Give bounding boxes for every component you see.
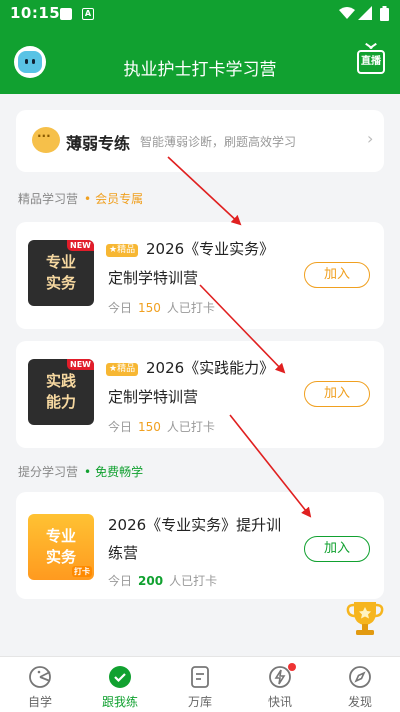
camp-card[interactable]: NEW 专业 实务 ★精品 2026《专业实务》 定制学特训营 今日 150 人已打… bbox=[16, 222, 384, 329]
app-notification-icon: A bbox=[82, 8, 94, 20]
tab-follow-practice[interactable]: 跟我练 bbox=[80, 657, 160, 712]
checkin-count: 今日 150 人已打卡 bbox=[108, 420, 215, 434]
camp-thumbnail: NEW 专业 实务 bbox=[28, 240, 94, 306]
join-button[interactable]: 加入 bbox=[304, 262, 370, 288]
section-tag: 会员专属 bbox=[95, 192, 144, 206]
camp-card[interactable]: 专业 实务 打卡 2026《专业实务》提升训 练营 今日 200 人已打卡 加入 bbox=[16, 492, 384, 599]
camp-title: 2026《专业实务》提升训 bbox=[108, 516, 282, 534]
camp-title: 2026《实践能力》 bbox=[146, 359, 275, 377]
tab-label: 发现 bbox=[347, 695, 372, 709]
app-header: 执业护士打卡学习营 直播 bbox=[0, 28, 400, 94]
tab-label: 万库 bbox=[187, 695, 212, 709]
bottom-tab-bar: 自学 跟我练 万库 快讯 发现 bbox=[0, 656, 400, 712]
section-label: 提分学习营 bbox=[18, 465, 79, 479]
camp-subtitle: 定制学特训营 bbox=[108, 388, 199, 406]
battery-icon bbox=[380, 6, 389, 21]
status-time: 10:15 bbox=[10, 4, 61, 22]
wifi-icon bbox=[339, 7, 355, 19]
new-flag: NEW bbox=[67, 240, 94, 251]
join-button[interactable]: 加入 bbox=[304, 381, 370, 407]
chevron-right-icon: › bbox=[367, 129, 374, 148]
weak-training-title: 薄弱专练 bbox=[66, 134, 131, 153]
camp-thumbnail: NEW 实践 能力 bbox=[28, 359, 94, 425]
camp-title: 2026《专业实务》 bbox=[146, 240, 275, 258]
tab-label: 自学 bbox=[27, 695, 52, 709]
status-bar: 10:15 A bbox=[0, 0, 400, 28]
checkin-flag: 打卡 bbox=[72, 566, 92, 577]
weak-training-card[interactable]: 薄弱专练 智能薄弱诊断，刷题高效学习 › bbox=[16, 110, 384, 172]
checkin-count: 今日 150 人已打卡 bbox=[108, 301, 215, 315]
tab-label: 跟我练 bbox=[101, 695, 138, 709]
document-icon bbox=[191, 666, 209, 688]
thumb-text-1: 专业 bbox=[45, 253, 76, 271]
premium-badge: ★精品 bbox=[106, 363, 139, 376]
thumb-text-1: 专业 bbox=[45, 527, 76, 545]
checkin-count: 今日 200 人已打卡 bbox=[108, 574, 218, 588]
compass-icon bbox=[349, 666, 371, 688]
join-button[interactable]: 加入 bbox=[304, 536, 370, 562]
tab-label: 快讯 bbox=[267, 695, 292, 709]
thumb-text-1: 实践 bbox=[45, 372, 76, 390]
page-title: 执业护士打卡学习营 bbox=[123, 60, 277, 80]
tab-news[interactable]: 快讯 bbox=[240, 657, 320, 712]
signal-icon bbox=[358, 6, 372, 20]
check-circle-icon bbox=[109, 666, 131, 688]
camp-subtitle: 定制学特训营 bbox=[108, 269, 199, 287]
section-label: 精品学习营 bbox=[18, 192, 79, 206]
new-flag: NEW bbox=[67, 359, 94, 370]
pacman-icon bbox=[29, 666, 51, 688]
weak-training-desc: 智能薄弱诊断，刷题高效学习 bbox=[140, 135, 297, 149]
premium-badge: ★精品 bbox=[106, 244, 139, 257]
tab-discover[interactable]: 发现 bbox=[320, 657, 400, 712]
tab-self-study[interactable]: 自学 bbox=[0, 657, 80, 712]
camp-thumbnail: 专业 实务 打卡 bbox=[28, 514, 94, 580]
live-button[interactable]: 直播 bbox=[357, 50, 385, 74]
section-boost: 提分学习营 • 免费畅学 bbox=[18, 465, 144, 479]
section-tag: 免费畅学 bbox=[95, 465, 144, 479]
section-premium: 精品学习营 • 会员专属 bbox=[18, 192, 144, 206]
trophy-icon[interactable] bbox=[344, 598, 386, 638]
notification-icon bbox=[60, 8, 72, 20]
camp-card[interactable]: NEW 实践 能力 ★精品 2026《实践能力》 定制学特训营 今日 150 人已打… bbox=[16, 341, 384, 448]
notification-dot bbox=[288, 663, 296, 671]
chat-bubble-icon bbox=[32, 127, 60, 153]
thumb-text-2: 实务 bbox=[45, 548, 76, 566]
thumb-text-2: 能力 bbox=[45, 393, 76, 411]
camp-subtitle: 练营 bbox=[108, 544, 139, 562]
tab-question-bank[interactable]: 万库 bbox=[160, 657, 240, 712]
thumb-text-2: 实务 bbox=[45, 274, 76, 292]
